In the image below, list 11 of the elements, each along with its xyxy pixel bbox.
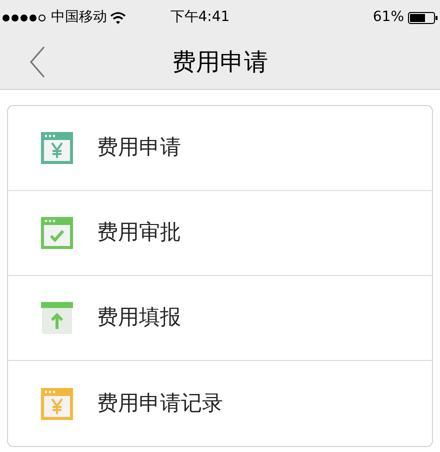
menu-item[interactable]: 费用审批 — [8, 191, 432, 276]
wifi-icon — [110, 12, 126, 24]
menu-item[interactable]: 费用申请 — [8, 106, 432, 191]
carrier-name: 中国移动 — [51, 8, 107, 27]
menu-item[interactable]: 费用填报 — [8, 276, 432, 361]
battery-percent: 61% — [372, 8, 404, 27]
menu-item[interactable]: 费用申请记录 — [8, 361, 432, 446]
clock-time: 下午4:41 — [169, 8, 231, 27]
page-title: 费用申请 — [172, 47, 268, 78]
battery-icon — [408, 12, 438, 24]
signal-icon — [2, 14, 48, 22]
